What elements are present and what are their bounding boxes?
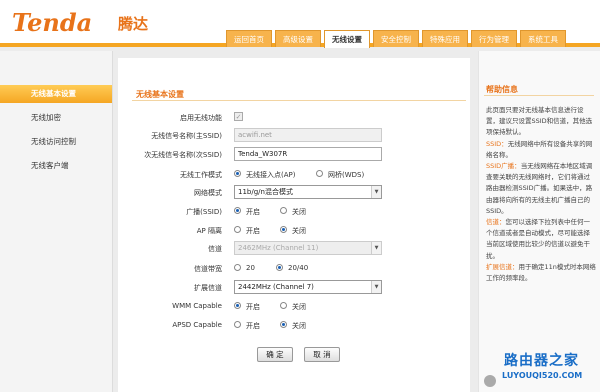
ext-channel-value: 2442MHz (Channel 7) [238, 283, 314, 291]
ap-isolation-on-radio[interactable] [234, 226, 241, 233]
work-mode-bridge-label: 网桥(WDS) [328, 171, 365, 179]
help-body: 此页面只要对无线基本信息进行设置，建议只设置SSID和信道，其他选项保持默认。 … [486, 105, 596, 284]
wmm-off-radio[interactable] [280, 302, 287, 309]
wmm-on-radio[interactable] [234, 302, 241, 309]
channel-select[interactable]: 2462MHz (Channel 11) ▼ [234, 241, 382, 255]
bandwidth-20-label: 20 [246, 264, 255, 272]
apsd-label: APSD Capable [172, 321, 222, 329]
broadcast-off-radio[interactable] [280, 207, 287, 214]
tenda-logo-cn: 腾达 [118, 15, 149, 33]
cancel-button[interactable]: 取 消 [304, 347, 340, 362]
channel-value: 2462MHz (Channel 11) [238, 244, 319, 252]
ap-isolation-label: AP 隔离 [196, 227, 222, 235]
title-divider [132, 100, 466, 101]
watermark-text: 路由器之家 [504, 353, 579, 369]
main-panel: 无线基本设置 启用无线功能 ✓ 无线信号名称(主SSID) acwifi.net… [118, 58, 470, 392]
tab-wireless[interactable]: 无线设置 [324, 30, 370, 48]
wmm-off-label: 关闭 [292, 303, 306, 311]
watermark-icon [484, 375, 496, 387]
help-broadcast-key: SSID广播： [486, 162, 521, 171]
apsd-off-label: 关闭 [292, 322, 306, 330]
bandwidth-20-40-radio[interactable] [276, 264, 283, 271]
tab-system-tools[interactable]: 系统工具 [520, 30, 566, 47]
network-mode-value: 11b/g/n混合模式 [238, 188, 293, 196]
enable-wireless-label: 启用无线功能 [180, 114, 222, 122]
sidebar: 无线基本设置 无线加密 无线访问控制 无线客户端 [0, 51, 113, 392]
apsd-off-radio[interactable] [280, 321, 287, 328]
broadcast-on-radio[interactable] [234, 207, 241, 214]
ap-isolation-off-radio[interactable] [280, 226, 287, 233]
sidebar-item-wireless-encryption[interactable]: 无线加密 [0, 109, 112, 127]
ssid-primary-label: 无线信号名称(主SSID) [151, 132, 222, 140]
chevron-down-icon: ▼ [371, 242, 381, 254]
chevron-down-icon: ▼ [371, 186, 381, 198]
ext-channel-select[interactable]: 2442MHz (Channel 7) ▼ [234, 280, 382, 294]
ap-isolation-on-label: 开启 [246, 227, 260, 235]
work-mode-bridge-radio[interactable] [316, 170, 323, 177]
help-intro: 此页面只要对无线基本信息进行设置，建议只设置SSID和信道，其他选项保持默认。 [486, 106, 593, 137]
wmm-on-label: 开启 [246, 303, 260, 311]
tenda-logo: Tenda [12, 8, 93, 37]
sidebar-item-wireless-basic[interactable]: 无线基本设置 [0, 85, 112, 103]
ssid-secondary-input[interactable]: Tenda_W307R [234, 147, 382, 161]
sidebar-item-access-control[interactable]: 无线访问控制 [0, 133, 112, 151]
sidebar-item-wireless-clients[interactable]: 无线客户端 [0, 157, 112, 175]
ap-isolation-off-label: 关闭 [292, 227, 306, 235]
tab-home[interactable]: 运回首页 [226, 30, 272, 47]
bandwidth-20-radio[interactable] [234, 264, 241, 271]
broadcast-label: 广播(SSID) [186, 208, 222, 216]
work-mode-ap-radio[interactable] [234, 170, 241, 177]
tab-behavior[interactable]: 行为管理 [471, 30, 517, 47]
help-panel: 帮助信息 此页面只要对无线基本信息进行设置，建议只设置SSID和信道，其他选项保… [478, 51, 600, 392]
wmm-label: WMM Capable [172, 302, 222, 310]
help-divider [484, 95, 594, 96]
header-bar: Tenda 腾达 运回首页 高级设置 无线设置 安全控制 特殊应用 行为管理 系… [0, 0, 600, 48]
work-mode-label: 无线工作模式 [180, 171, 222, 179]
network-mode-select[interactable]: 11b/g/n混合模式 ▼ [234, 185, 382, 199]
network-mode-label: 网络模式 [194, 189, 222, 197]
bandwidth-20-40-label: 20/40 [288, 264, 309, 272]
top-nav: 运回首页 高级设置 无线设置 安全控制 特殊应用 行为管理 系统工具 [226, 30, 566, 48]
help-ext-channel-key: 扩展信道： [486, 262, 519, 271]
broadcast-on-label: 开启 [246, 208, 260, 216]
broadcast-off-label: 关闭 [292, 208, 306, 216]
page-title: 无线基本设置 [136, 90, 184, 99]
work-mode-ap-label: 无线接入点(AP) [246, 171, 296, 179]
enable-wireless-checkbox[interactable]: ✓ [234, 112, 243, 121]
apsd-on-label: 开启 [246, 322, 260, 330]
ssid-secondary-label: 次无线信号名称(次SSID) [144, 151, 222, 159]
bandwidth-label: 信道带宽 [194, 265, 222, 273]
ok-button[interactable]: 确 定 [257, 347, 293, 362]
help-channel-key: 信道： [486, 218, 506, 227]
help-title: 帮助信息 [486, 85, 518, 94]
tab-advanced[interactable]: 高级设置 [275, 30, 321, 47]
tab-security[interactable]: 安全控制 [373, 30, 419, 47]
tab-special-apps[interactable]: 特殊应用 [422, 30, 468, 47]
help-ssid-key: SSID： [486, 139, 508, 148]
watermark: 路由器之家 LUYOUQI520.COM [480, 345, 600, 392]
watermark-url: LUYOUQI520.COM [502, 371, 583, 380]
chevron-down-icon: ▼ [371, 281, 381, 293]
ext-channel-label: 扩展信道 [194, 284, 222, 292]
ssid-primary-input[interactable]: acwifi.net [234, 128, 382, 142]
apsd-on-radio[interactable] [234, 321, 241, 328]
channel-label: 信道 [208, 245, 222, 253]
